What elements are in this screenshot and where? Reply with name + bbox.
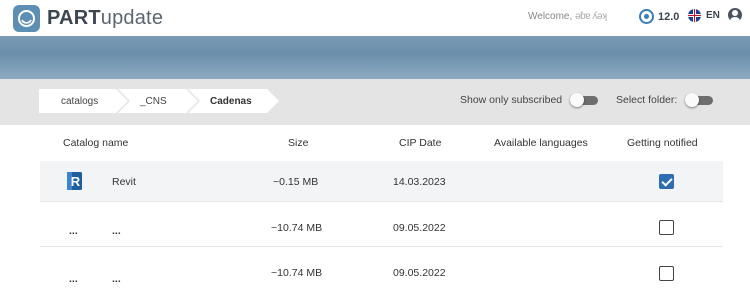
welcome-user: ǝɓɐ ʎǝʞ — [575, 11, 607, 22]
brand-light: update — [100, 7, 164, 29]
breadcrumb-catalogs[interactable]: catalogs — [39, 89, 130, 113]
user-avatar-icon[interactable] — [728, 8, 742, 22]
catalog-cip-date: 09.05.2022 — [393, 222, 446, 234]
uk-flag-icon — [688, 9, 701, 22]
table-row[interactable]: ... ... ~10.74 MB 09.05.2022 — [40, 206, 723, 247]
app-title: PARTupdate — [47, 6, 163, 30]
welcome-text: Welcome, ǝɓɐ ʎǝʞ — [528, 11, 607, 22]
catalog-cip-date: 14.03.2023 — [393, 176, 446, 188]
version-icon — [639, 9, 654, 24]
catalog-icon-placeholder: ... — [69, 225, 78, 237]
show-subscribed-toggle[interactable] — [570, 93, 599, 107]
catalog-name[interactable]: Revit — [112, 176, 136, 188]
svg-text:R: R — [71, 174, 81, 189]
top-header: PARTupdate Welcome, ǝɓɐ ʎǝʞ 12.0 EN — [0, 0, 750, 36]
notify-checkbox[interactable] — [659, 220, 674, 235]
welcome-label: Welcome, — [528, 11, 573, 22]
partupdate-logo-icon[interactable] — [13, 5, 40, 32]
header-banner — [0, 36, 750, 79]
column-size[interactable]: Size — [288, 137, 308, 149]
catalog-name[interactable]: ... — [112, 225, 121, 237]
select-folder-toggle[interactable] — [685, 93, 714, 107]
table-row[interactable]: R Revit ~0.15 MB 14.03.2023 — [40, 161, 723, 202]
breadcrumb: catalogs _CNS Cadenas — [39, 89, 279, 113]
catalog-cip-date: 09.05.2022 — [393, 267, 446, 279]
table-row[interactable]: ... ... ~10.74 MB 09.05.2022 — [40, 252, 723, 293]
show-subscribed-filter: Show only subscribed — [460, 93, 599, 107]
language-selector[interactable]: EN — [688, 9, 720, 22]
catalog-size: ~0.15 MB — [273, 176, 319, 188]
notify-checkbox[interactable] — [659, 266, 674, 281]
catalog-size: ~10.74 MB — [271, 222, 323, 234]
column-getting-notified[interactable]: Getting notified — [627, 137, 698, 149]
column-available-languages[interactable]: Available languages — [494, 137, 588, 149]
catalog-size: ~10.74 MB — [271, 267, 323, 279]
brand-bold: PART — [47, 7, 101, 29]
version-text: 12.0 — [658, 10, 680, 23]
table-header: Catalog name Size CIP Date Available lan… — [0, 125, 750, 161]
select-folder-label: Select folder: — [616, 94, 678, 106]
language-code: EN — [706, 10, 720, 21]
catalog-icon-placeholder: ... — [69, 273, 78, 285]
notify-checkbox[interactable] — [659, 174, 674, 189]
version-badge[interactable]: 12.0 — [639, 8, 679, 25]
column-cip-date[interactable]: CIP Date — [399, 137, 441, 149]
column-catalog-name[interactable]: Catalog name — [63, 137, 128, 149]
select-folder-filter: Select folder: — [616, 93, 714, 107]
show-subscribed-label: Show only subscribed — [460, 94, 563, 106]
revit-icon: R — [67, 172, 82, 190]
catalog-name[interactable]: ... — [112, 273, 121, 285]
